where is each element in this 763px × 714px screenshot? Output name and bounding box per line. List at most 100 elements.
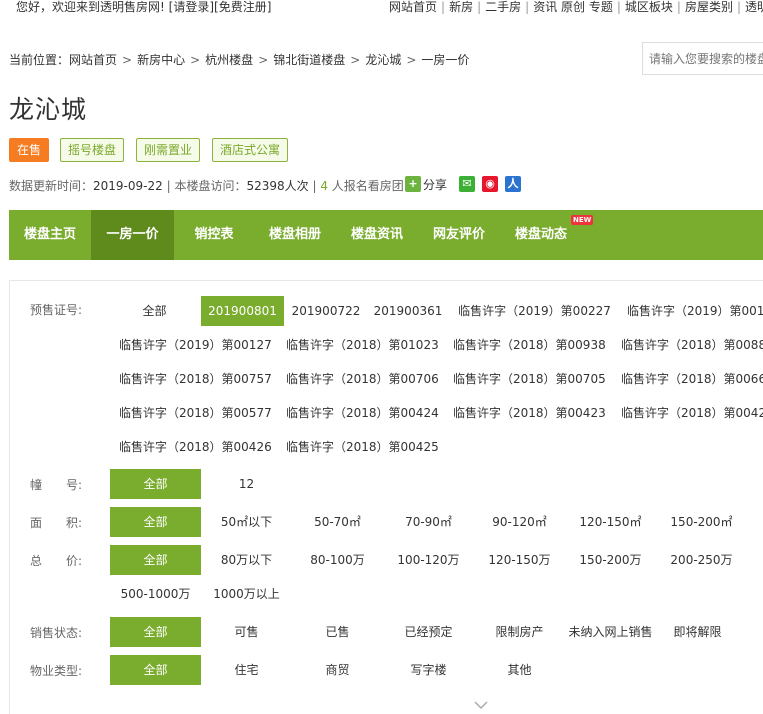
area-option[interactable]: 70-90㎡	[383, 507, 474, 537]
tab-album[interactable]: 楼盘相册	[254, 210, 336, 260]
breadcrumb-jinbei[interactable]: 锦北街道楼盘	[273, 53, 345, 67]
type-option[interactable]: 写字楼	[383, 655, 474, 685]
wechat-icon[interactable]: ✉	[459, 176, 475, 192]
weibo-icon[interactable]: ◉	[482, 176, 498, 192]
presale-option[interactable]: 临售许字（2018）第00757	[119, 364, 272, 394]
area-option-all[interactable]: 全部	[110, 507, 201, 537]
status-option[interactable]: 未纳入网上销售	[561, 617, 660, 647]
tab-dynamics[interactable]: 楼盘动态	[500, 210, 582, 260]
presale-option[interactable]: 临售许字（2019）第0019	[627, 296, 763, 326]
price-option[interactable]: 120-150万	[474, 545, 565, 575]
update-label: 数据更新时间：	[9, 179, 94, 193]
top-nav-home[interactable]: 网站首页	[389, 0, 437, 14]
signup-text: 人报名看房团	[331, 179, 404, 193]
presale-option[interactable]: 临售许字（2019）第00227	[458, 296, 611, 326]
tag-hotel-apartment: 酒店式公寓	[212, 138, 288, 162]
area-option[interactable]: 50-70㎡	[292, 507, 383, 537]
breadcrumb-hangzhou[interactable]: 杭州楼盘	[205, 53, 253, 67]
price-option[interactable]: 150-200万	[565, 545, 656, 575]
status-option[interactable]: 限制房产	[474, 617, 565, 647]
plus-share-icon[interactable]: +	[405, 176, 421, 192]
presale-option[interactable]: 临售许字（2018）第01023	[286, 330, 439, 360]
tag-lottery: 摇号楼盘	[60, 138, 124, 162]
share-label[interactable]: 分享	[423, 176, 447, 193]
presale-label: 预售证号:	[30, 303, 83, 317]
price-option[interactable]: 1000万以上	[201, 579, 292, 609]
tab-price-per-unit[interactable]: 一房一价	[91, 210, 174, 260]
status-option[interactable]: 可售	[201, 617, 292, 647]
area-option[interactable]: 150-200㎡	[656, 507, 747, 537]
presale-option[interactable]: 临售许字（2018）第00938	[453, 330, 606, 360]
building-option-all[interactable]: 全部	[110, 469, 201, 499]
presale-option[interactable]: 临售许字（2018）第00706	[286, 364, 439, 394]
login-link[interactable]: [请登录]	[169, 0, 214, 14]
breadcrumb: 当前位置：网站首页 > 新房中心 > 杭州楼盘 > 锦北街道楼盘 > 龙沁城 > 一房一价	[9, 53, 470, 67]
price-label: 总 价:	[30, 554, 83, 568]
top-nav-category[interactable]: 房屋类别	[685, 0, 733, 14]
presale-option[interactable]: 临售许字（2018）第00425	[286, 432, 439, 462]
presale-option[interactable]: 临售许字（2018）第0066	[621, 364, 763, 394]
type-option[interactable]: 住宅	[201, 655, 292, 685]
search-input[interactable]	[642, 42, 763, 75]
presale-option[interactable]: 临售许字（2018）第0042	[621, 398, 763, 428]
type-option[interactable]: 其他	[474, 655, 565, 685]
breadcrumb-new-center[interactable]: 新房中心	[137, 53, 185, 67]
presale-option[interactable]: 临售许字（2019）第00127	[119, 330, 272, 360]
area-option[interactable]: 90-120㎡	[474, 507, 565, 537]
page-title: 龙沁城	[9, 95, 88, 124]
presale-option[interactable]: 201900722	[287, 296, 365, 326]
building-option[interactable]: 12	[201, 469, 292, 499]
property-nav: 楼盘主页 一房一价 销控表 楼盘相册 楼盘资讯 网友评价 楼盘动态 NEW	[9, 210, 763, 260]
price-option[interactable]: 100-120万	[383, 545, 474, 575]
chevron-down-icon[interactable]	[474, 698, 488, 712]
top-bar: 您好，欢迎来到透明售房网! [请登录][免费注册] 网站首页 | 新房 | 二手房 | 资讯…	[0, 0, 763, 15]
status-option[interactable]: 已经预定	[383, 617, 474, 647]
status-option[interactable]: 已售	[292, 617, 383, 647]
type-label: 物业类型:	[30, 664, 83, 678]
presale-option[interactable]: 临售许字（2018）第00577	[119, 398, 272, 428]
visits-label: 本楼盘访问：	[174, 179, 247, 193]
presale-option[interactable]: 201900361	[369, 296, 447, 326]
status-option[interactable]: 即将解限	[652, 617, 743, 647]
welcome-text: 您好，欢迎来到透明售房网! [请登录][免费注册]	[16, 0, 271, 15]
top-nav-district[interactable]: 城区板块	[625, 0, 673, 14]
price-option-all[interactable]: 全部	[110, 545, 201, 575]
top-nav-transparent[interactable]: 透明	[745, 0, 763, 14]
presale-option[interactable]: 临售许字（2018）第00423	[453, 398, 606, 428]
breadcrumb-longqin[interactable]: 龙沁城	[365, 53, 401, 67]
status-option-all[interactable]: 全部	[110, 617, 201, 647]
presale-option[interactable]: 临售许字（2018）第00705	[453, 364, 606, 394]
price-option[interactable]: 500-1000万	[110, 579, 201, 609]
type-option[interactable]: 商贸	[292, 655, 383, 685]
visits-count: 52398人次	[246, 179, 309, 193]
tab-news[interactable]: 楼盘资讯	[336, 210, 418, 260]
top-nav: 网站首页|新房|二手房|资讯 原创 专题|城区板块|房屋类别|透明	[389, 0, 763, 15]
meta-info: 数据更新时间：2019-09-22 | 本楼盘访问：52398人次 | 4 人报…	[9, 179, 404, 193]
price-option[interactable]: 80-100万	[292, 545, 383, 575]
tab-property-home[interactable]: 楼盘主页	[9, 210, 91, 260]
breadcrumb-home[interactable]: 网站首页	[69, 53, 117, 67]
tab-sales-control[interactable]: 销控表	[174, 210, 254, 260]
area-option[interactable]: 50㎡以下	[201, 507, 292, 537]
status-label: 销售状态:	[30, 626, 83, 640]
presale-option[interactable]: 临售许字（2018）第0088	[621, 330, 763, 360]
new-badge: NEW	[571, 215, 594, 225]
renren-icon[interactable]: 人	[505, 176, 521, 192]
building-label: 幢 号:	[30, 478, 83, 492]
register-link[interactable]: [免费注册]	[214, 0, 271, 14]
welcome-message: 您好，欢迎来到透明售房网!	[16, 0, 165, 14]
area-label: 面 积:	[30, 516, 83, 530]
top-nav-second-hand[interactable]: 二手房	[485, 0, 521, 14]
price-option[interactable]: 200-250万	[656, 545, 747, 575]
type-option-all[interactable]: 全部	[110, 655, 201, 685]
presale-option[interactable]: 临售许字（2018）第00426	[119, 432, 272, 462]
tab-reviews[interactable]: 网友评价	[418, 210, 500, 260]
presale-option[interactable]: 201900801	[201, 296, 284, 326]
presale-option[interactable]: 临售许字（2018）第00424	[286, 398, 439, 428]
price-option[interactable]: 80万以下	[201, 545, 292, 575]
top-nav-new[interactable]: 新房	[449, 0, 473, 14]
presale-option-all[interactable]: 全部	[127, 296, 182, 326]
area-option[interactable]: 120-150㎡	[565, 507, 656, 537]
top-nav-news[interactable]: 资讯 原创 专题	[533, 0, 613, 14]
breadcrumb-current: 一房一价	[421, 53, 470, 67]
